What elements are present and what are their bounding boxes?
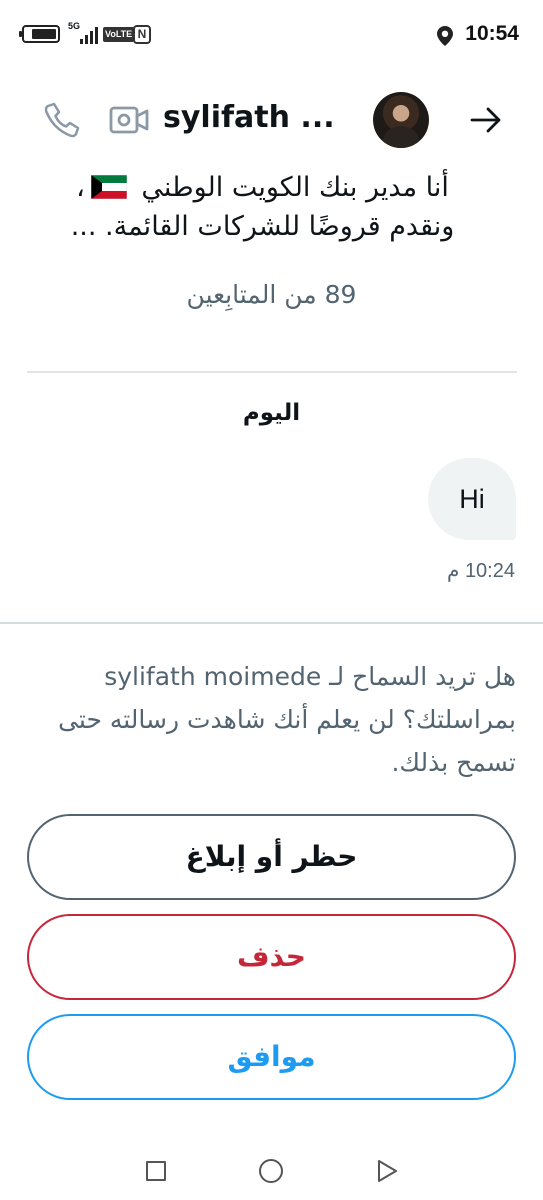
contact-name[interactable]: sylifath ...: [163, 100, 363, 135]
divider: [27, 371, 517, 373]
day-label: اليوم: [242, 400, 301, 426]
signal-icon: [80, 27, 98, 44]
volte-badge: VoLTE: [103, 27, 135, 42]
bio-line-1: أنا مدير بنك الكويت الوطني: [141, 172, 449, 203]
back-arrow-icon[interactable]: [468, 104, 504, 136]
screen: 5G VoLTE N 10:54 sylifath ... أنا مدير ب…: [0, 0, 543, 1200]
location-icon: [437, 26, 453, 46]
battery-charging-icon: [19, 25, 60, 43]
nav-back-icon[interactable]: [375, 1159, 399, 1183]
home-icon[interactable]: [259, 1159, 283, 1183]
delete-button[interactable]: حذف: [27, 914, 516, 1000]
message-request-text: هل تريد السماح لـ sylifath moimede بمراس…: [58, 662, 516, 777]
status-bar: 5G VoLTE N 10:54: [0, 0, 543, 70]
recents-icon[interactable]: [146, 1161, 166, 1181]
system-navigation-bar: [0, 1140, 543, 1200]
nfc-icon: N: [133, 25, 151, 44]
divider: [0, 622, 543, 624]
message-time: 10:24 م: [446, 560, 515, 582]
battery-level: [32, 29, 56, 39]
avatar[interactable]: [373, 92, 429, 148]
clock: 10:54: [465, 22, 519, 45]
video-icon[interactable]: [108, 102, 150, 138]
followers-count[interactable]: 89 من المتابِعين: [0, 280, 543, 309]
message-bubble[interactable]: Hi: [428, 458, 516, 540]
network-type: 5G: [68, 21, 81, 31]
phone-icon[interactable]: [42, 100, 82, 140]
accept-button[interactable]: موافق: [27, 1014, 516, 1100]
profile-bio: أنا مدير بنك الكويت الوطني ، ونقدم قروضً…: [40, 168, 485, 246]
block-report-button[interactable]: حظر أو إبلاغ: [27, 814, 516, 900]
kuwait-flag-icon: [90, 175, 127, 199]
conversation-header: sylifath ...: [0, 80, 543, 165]
